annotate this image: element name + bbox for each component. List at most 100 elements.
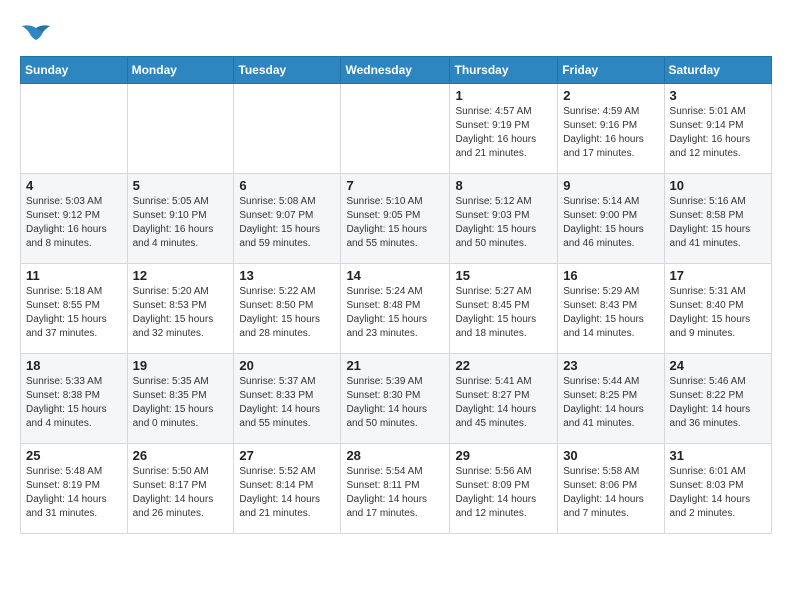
day-info: Sunrise: 5:48 AM Sunset: 8:19 PM Dayligh… <box>26 465 122 521</box>
day-number: 4 <box>26 178 122 193</box>
day-info: Sunrise: 5:58 AM Sunset: 8:06 PM Dayligh… <box>563 465 658 521</box>
day-number: 11 <box>26 268 122 283</box>
calendar-cell <box>127 83 234 173</box>
day-info: Sunrise: 5:37 AM Sunset: 8:33 PM Dayligh… <box>239 375 335 431</box>
day-info: Sunrise: 5:08 AM Sunset: 9:07 PM Dayligh… <box>239 195 335 251</box>
day-info: Sunrise: 5:16 AM Sunset: 8:58 PM Dayligh… <box>670 195 766 251</box>
calendar-cell: 4 Sunrise: 5:03 AM Sunset: 9:12 PM Daylig… <box>21 173 128 263</box>
weekday-header-monday: Monday <box>127 56 234 83</box>
calendar-cell: 2Sunrise: 4:59 AM Sunset: 9:16 PM Daylig… <box>558 83 664 173</box>
day-info: Sunrise: 5:12 AM Sunset: 9:03 PM Dayligh… <box>455 195 552 251</box>
day-info: Sunrise: 5:24 AM Sunset: 8:48 PM Dayligh… <box>346 285 444 341</box>
calendar-week-row: 4 Sunrise: 5:03 AM Sunset: 9:12 PM Daylig… <box>21 173 772 263</box>
calendar-week-row: 1 Sunrise: 4:57 AM Sunset: 9:19 PM Daylig… <box>21 83 772 173</box>
calendar-cell: 6 Sunrise: 5:08 AM Sunset: 9:07 PM Daylig… <box>234 173 341 263</box>
day-number: 14 <box>346 268 444 283</box>
day-info: Sunrise: 5:03 AM Sunset: 9:12 PM Dayligh… <box>26 195 122 251</box>
day-info: Sunrise: 5:05 AM Sunset: 9:10 PM Dayligh… <box>133 195 229 251</box>
logo-bird-icon <box>22 24 50 46</box>
calendar-cell: 10 Sunrise: 5:16 AM Sunset: 8:58 PM Dayli… <box>664 173 771 263</box>
calendar-cell: 5 Sunrise: 5:05 AM Sunset: 9:10 PM Daylig… <box>127 173 234 263</box>
day-number: 2 <box>563 88 658 103</box>
calendar-table: SundayMondayTuesdayWednesdayThursdayFrid… <box>20 56 772 534</box>
calendar-cell: 25 Sunrise: 5:48 AM Sunset: 8:19 PM Dayli… <box>21 443 128 533</box>
calendar-cell: 1 Sunrise: 4:57 AM Sunset: 9:19 PM Daylig… <box>450 83 558 173</box>
calendar-cell: 20 Sunrise: 5:37 AM Sunset: 8:33 PM Dayli… <box>234 353 341 443</box>
calendar-cell: 14 Sunrise: 5:24 AM Sunset: 8:48 PM Dayli… <box>341 263 450 353</box>
day-number: 22 <box>455 358 552 373</box>
day-info: Sunrise: 5:54 AM Sunset: 8:11 PM Dayligh… <box>346 465 444 521</box>
day-info: Sunrise: 5:35 AM Sunset: 8:35 PM Dayligh… <box>133 375 229 431</box>
day-info: Sunrise: 5:39 AM Sunset: 8:30 PM Dayligh… <box>346 375 444 431</box>
day-info: Sunrise: 5:20 AM Sunset: 8:53 PM Dayligh… <box>133 285 229 341</box>
day-number: 20 <box>239 358 335 373</box>
day-info: Sunrise: 5:31 AM Sunset: 8:40 PM Dayligh… <box>670 285 766 341</box>
day-info: Sunrise: 5:27 AM Sunset: 8:45 PM Dayligh… <box>455 285 552 341</box>
day-info: Sunrise: 5:14 AM Sunset: 9:00 PM Dayligh… <box>563 195 658 251</box>
calendar-cell: 31 Sunrise: 6:01 AM Sunset: 8:03 PM Dayli… <box>664 443 771 533</box>
day-number: 24 <box>670 358 766 373</box>
day-number: 17 <box>670 268 766 283</box>
calendar-cell: 15 Sunrise: 5:27 AM Sunset: 8:45 PM Dayli… <box>450 263 558 353</box>
day-number: 15 <box>455 268 552 283</box>
day-info: Sunrise: 5:29 AM Sunset: 8:43 PM Dayligh… <box>563 285 658 341</box>
calendar-cell <box>341 83 450 173</box>
calendar-cell: 16 Sunrise: 5:29 AM Sunset: 8:43 PM Dayli… <box>558 263 664 353</box>
day-number: 29 <box>455 448 552 463</box>
weekday-header-wednesday: Wednesday <box>341 56 450 83</box>
calendar-week-row: 18 Sunrise: 5:33 AM Sunset: 8:38 PM Dayli… <box>21 353 772 443</box>
day-number: 26 <box>133 448 229 463</box>
logo-text <box>20 20 50 46</box>
calendar-week-row: 25 Sunrise: 5:48 AM Sunset: 8:19 PM Dayli… <box>21 443 772 533</box>
calendar-cell: 27Sunrise: 5:52 AM Sunset: 8:14 PM Dayli… <box>234 443 341 533</box>
calendar-cell: 24 Sunrise: 5:46 AM Sunset: 8:22 PM Dayli… <box>664 353 771 443</box>
day-number: 12 <box>133 268 229 283</box>
day-number: 10 <box>670 178 766 193</box>
calendar-cell: 8Sunrise: 5:12 AM Sunset: 9:03 PM Daylig… <box>450 173 558 263</box>
calendar-cell: 3 Sunrise: 5:01 AM Sunset: 9:14 PM Daylig… <box>664 83 771 173</box>
weekday-header-thursday: Thursday <box>450 56 558 83</box>
day-number: 16 <box>563 268 658 283</box>
day-info: Sunrise: 4:57 AM Sunset: 9:19 PM Dayligh… <box>455 105 552 161</box>
day-number: 27 <box>239 448 335 463</box>
weekday-header-friday: Friday <box>558 56 664 83</box>
day-number: 28 <box>346 448 444 463</box>
day-info: Sunrise: 5:41 AM Sunset: 8:27 PM Dayligh… <box>455 375 552 431</box>
calendar-header-row: SundayMondayTuesdayWednesdayThursdayFrid… <box>21 56 772 83</box>
calendar-cell: 23 Sunrise: 5:44 AM Sunset: 8:25 PM Dayli… <box>558 353 664 443</box>
day-info: Sunrise: 5:33 AM Sunset: 8:38 PM Dayligh… <box>26 375 122 431</box>
calendar-cell <box>234 83 341 173</box>
day-info: Sunrise: 5:44 AM Sunset: 8:25 PM Dayligh… <box>563 375 658 431</box>
day-number: 19 <box>133 358 229 373</box>
day-number: 23 <box>563 358 658 373</box>
calendar-cell: 17 Sunrise: 5:31 AM Sunset: 8:40 PM Dayli… <box>664 263 771 353</box>
day-info: Sunrise: 5:01 AM Sunset: 9:14 PM Dayligh… <box>670 105 766 161</box>
calendar-cell: 11 Sunrise: 5:18 AM Sunset: 8:55 PM Dayli… <box>21 263 128 353</box>
calendar-cell: 19 Sunrise: 5:35 AM Sunset: 8:35 PM Dayli… <box>127 353 234 443</box>
day-number: 25 <box>26 448 122 463</box>
calendar-cell: 9Sunrise: 5:14 AM Sunset: 9:00 PM Daylig… <box>558 173 664 263</box>
day-number: 3 <box>670 88 766 103</box>
calendar-cell: 26 Sunrise: 5:50 AM Sunset: 8:17 PM Dayli… <box>127 443 234 533</box>
day-info: Sunrise: 6:01 AM Sunset: 8:03 PM Dayligh… <box>670 465 766 521</box>
day-number: 5 <box>133 178 229 193</box>
calendar-cell: 7Sunrise: 5:10 AM Sunset: 9:05 PM Daylig… <box>341 173 450 263</box>
day-number: 21 <box>346 358 444 373</box>
day-number: 18 <box>26 358 122 373</box>
day-number: 31 <box>670 448 766 463</box>
logo <box>20 20 50 46</box>
day-info: Sunrise: 5:18 AM Sunset: 8:55 PM Dayligh… <box>26 285 122 341</box>
day-number: 30 <box>563 448 658 463</box>
day-number: 1 <box>455 88 552 103</box>
page-header <box>20 20 772 46</box>
day-info: Sunrise: 5:50 AM Sunset: 8:17 PM Dayligh… <box>133 465 229 521</box>
day-info: Sunrise: 5:56 AM Sunset: 8:09 PM Dayligh… <box>455 465 552 521</box>
calendar-cell: 21 Sunrise: 5:39 AM Sunset: 8:30 PM Dayli… <box>341 353 450 443</box>
calendar-cell: 13Sunrise: 5:22 AM Sunset: 8:50 PM Dayli… <box>234 263 341 353</box>
weekday-header-sunday: Sunday <box>21 56 128 83</box>
day-info: Sunrise: 5:46 AM Sunset: 8:22 PM Dayligh… <box>670 375 766 431</box>
calendar-cell: 12 Sunrise: 5:20 AM Sunset: 8:53 PM Dayli… <box>127 263 234 353</box>
calendar-week-row: 11 Sunrise: 5:18 AM Sunset: 8:55 PM Dayli… <box>21 263 772 353</box>
day-number: 6 <box>239 178 335 193</box>
calendar-cell: 28 Sunrise: 5:54 AM Sunset: 8:11 PM Dayli… <box>341 443 450 533</box>
